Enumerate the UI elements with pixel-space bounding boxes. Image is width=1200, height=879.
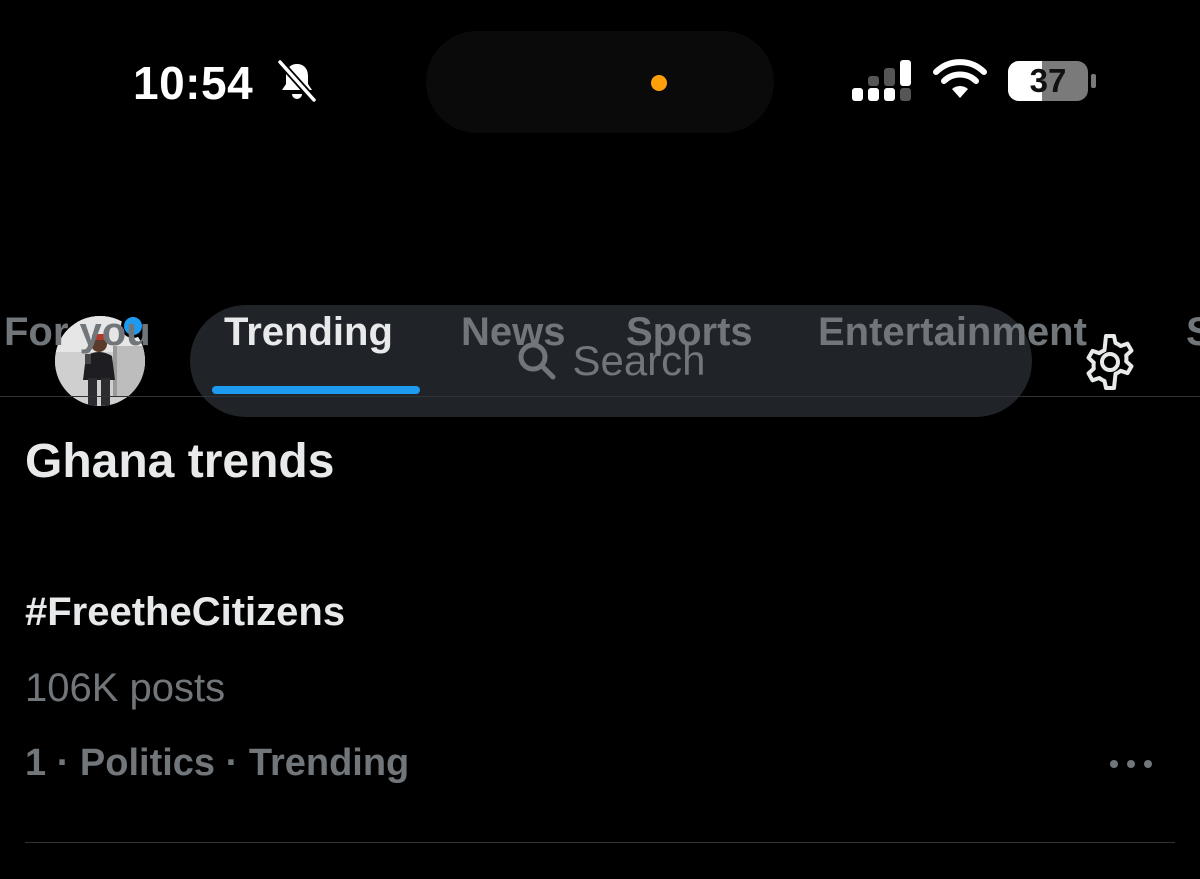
bell-slash-icon bbox=[277, 59, 317, 103]
tab-news[interactable]: News bbox=[461, 310, 566, 355]
privacy-indicator-dot bbox=[651, 75, 667, 91]
tab-for-you[interactable]: For you bbox=[4, 310, 151, 355]
trend-name[interactable]: #FreetheCitizens bbox=[25, 590, 345, 635]
tab-entertainment[interactable]: Entertainment bbox=[818, 310, 1087, 355]
header: Search bbox=[0, 150, 1200, 417]
trend-divider bbox=[25, 842, 1175, 843]
tab-trending[interactable]: Trending bbox=[224, 310, 393, 355]
status-time: 10:54 bbox=[133, 57, 254, 109]
wifi-icon bbox=[933, 59, 987, 98]
more-options-icon[interactable] bbox=[1108, 752, 1154, 776]
tab-overflow[interactable]: S bbox=[1186, 310, 1200, 355]
tabs-divider bbox=[0, 396, 1200, 397]
status-bar: 10:54 37 bbox=[0, 0, 1200, 150]
cellular-signal-icon bbox=[852, 60, 911, 101]
dynamic-island bbox=[426, 31, 774, 133]
section-title: Ghana trends bbox=[25, 435, 335, 488]
trend-post-count: 106K posts bbox=[25, 666, 226, 710]
trend-context: 1 · Politics · Trending bbox=[25, 742, 410, 784]
active-tab-indicator bbox=[212, 386, 420, 394]
battery-percentage: 37 bbox=[1029, 62, 1067, 99]
tab-sports[interactable]: Sports bbox=[626, 310, 753, 355]
tab-bar: For you Trending News Sports Entertainme… bbox=[0, 296, 1200, 396]
